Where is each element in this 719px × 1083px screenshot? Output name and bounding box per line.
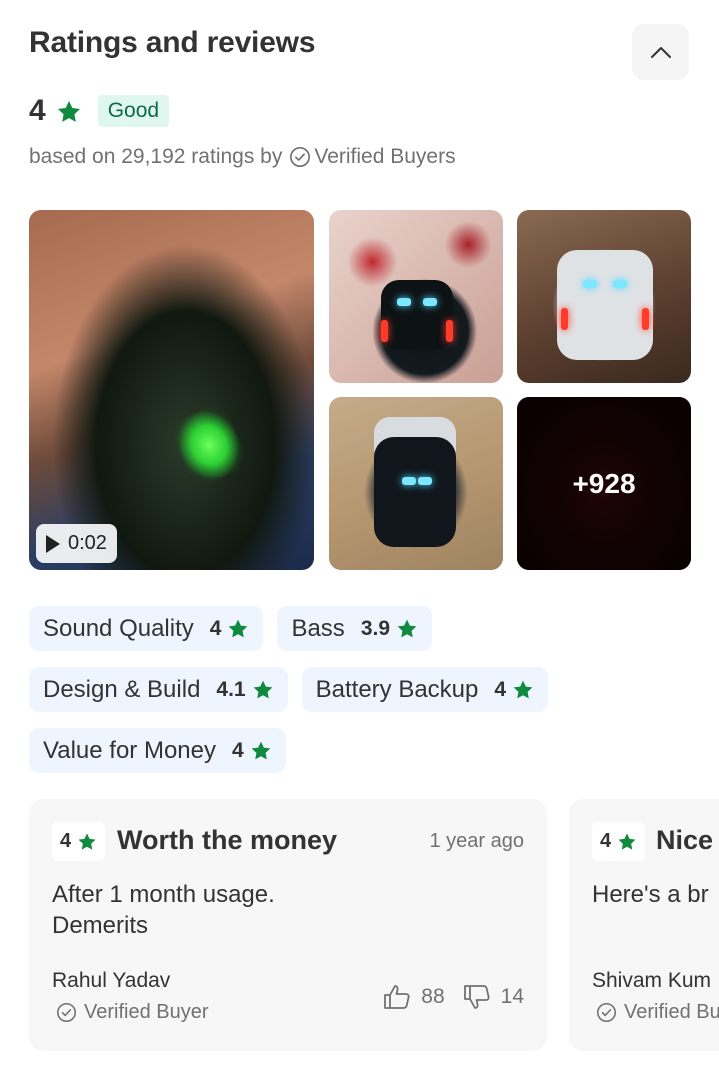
reviewer-name: Rahul Yadav [52,969,171,992]
rating-summary: 4 Good [29,94,170,128]
collapse-button[interactable] [632,24,689,80]
review-rating-pill: 4 [52,822,106,861]
star-icon [251,741,271,759]
verified-buyer-label: Verified Buyer [56,1001,209,1024]
verified-text: Verified Bu [624,1001,719,1023]
review-body: After 1 month usage. Demerits [52,879,522,941]
thumbs-up-icon[interactable] [383,984,411,1010]
rating-badge: Good [97,95,170,127]
review-rating-pill: 4 [592,822,646,861]
aspect-chip-design-build[interactable]: Design & Build 4.1 [29,667,288,712]
earbuds-case-image [557,250,653,360]
star-icon [618,833,636,850]
aspect-chip-value-for-money[interactable]: Value for Money 4 [29,728,286,773]
aspect-chip-bass[interactable]: Bass 3.9 [277,606,433,651]
aspect-label: Bass [291,614,345,642]
review-body-line: Demerits [52,912,149,939]
play-icon [46,534,60,553]
aspect-score: 4 [494,677,507,701]
aspect-score: 4 [209,616,222,640]
dislike-count: 14 [500,985,524,1008]
aspect-chip-battery-backup[interactable]: Battery Backup 4 [301,667,549,712]
like-count: 88 [421,985,445,1008]
aspect-score: 4.1 [216,677,246,701]
aspect-score: 3.9 [360,616,391,640]
review-photo[interactable] [329,210,503,383]
star-icon [57,100,80,122]
review-title: Worth the money [117,825,338,855]
review-title: Nice [656,825,714,855]
chevron-up-icon [650,47,671,58]
review-photo[interactable] [517,210,691,383]
ratings-count-text: based on 29,192 ratings by [29,145,283,168]
section-title: Ratings and reviews [29,26,316,59]
video-duration: 0:02 [68,532,107,554]
aspect-score: 4 [231,738,244,762]
video-duration-chip: 0:02 [36,524,117,563]
more-photos-tile[interactable]: +928 [517,397,691,570]
more-photos-count: +928 [517,397,691,570]
aspect-chip-sound-quality[interactable]: Sound Quality 4 [29,606,264,651]
star-icon [253,680,272,698]
video-thumbnail[interactable]: 0:02 [29,210,314,570]
earbuds-case-image [374,437,456,547]
product-photo [167,400,251,490]
reviewer-name: Shivam Kum [592,969,712,992]
aspect-ratings: Sound Quality 4 Bass 3.9 Design & Build … [29,606,699,773]
review-rating: 4 [600,830,612,852]
aspect-label: Sound Quality [43,614,194,642]
thumbs-down-icon[interactable] [463,984,491,1010]
star-icon [513,680,533,698]
star-icon [229,619,248,637]
ratings-basis: based on 29,192 ratings by Verified Buye… [29,145,456,169]
verified-check-icon [290,147,311,167]
average-rating: 4 [29,94,46,127]
verified-check-icon [56,1002,77,1023]
review-card[interactable]: 4 Nice Here's a br Shivam Kum Verified B… [569,799,719,1051]
review-rating: 4 [60,830,72,852]
media-gallery: 0:02 +928 [29,210,691,570]
ratings-header: Ratings and reviews [29,24,689,80]
aspect-label: Battery Backup [315,675,479,703]
aspect-label: Value for Money [43,736,216,764]
review-photo[interactable] [329,397,503,570]
review-body: Here's a br [592,879,719,910]
review-votes: 88 14 [383,984,524,1010]
earbuds-case-image [381,280,453,350]
aspect-label: Design & Build [43,675,201,703]
verified-buyers-label: Verified Buyers [314,145,456,168]
verified-check-icon [596,1002,617,1023]
review-time: 1 year ago [429,830,524,852]
review-body-line: After 1 month usage. [52,881,275,908]
star-icon [397,619,417,637]
verified-buyer-label: Verified Bu [596,1001,719,1024]
review-body-line: Here's a br [592,881,709,908]
star-icon [78,833,96,850]
verified-text: Verified Buyer [84,1001,209,1023]
review-carousel[interactable]: 4 Worth the money 1 year ago After 1 mon… [29,799,719,1051]
review-card[interactable]: 4 Worth the money 1 year ago After 1 mon… [29,799,547,1051]
